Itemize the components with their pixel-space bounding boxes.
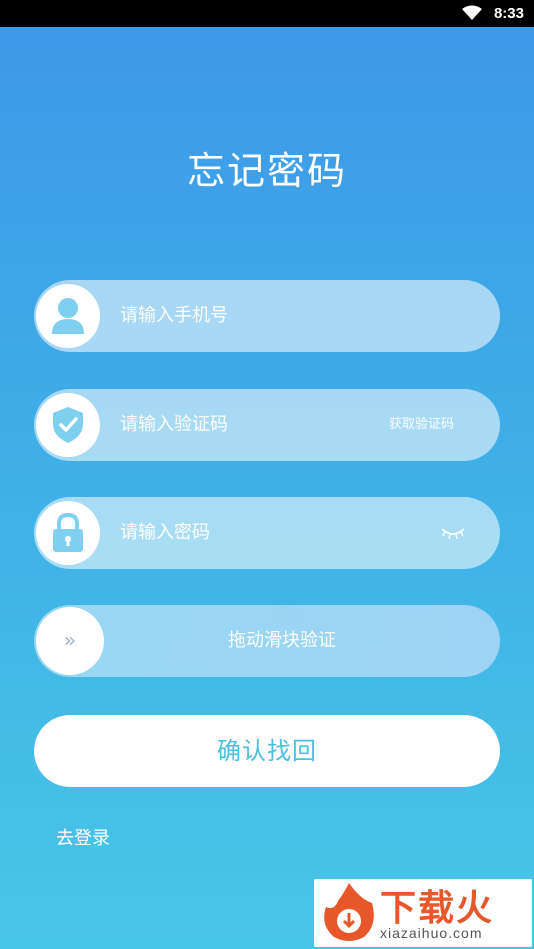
phone-field[interactable] — [34, 280, 500, 352]
get-code-button[interactable]: 获取验证码 — [389, 389, 454, 461]
code-field[interactable]: 获取验证码 — [34, 389, 500, 461]
flame-logo-icon — [324, 883, 374, 941]
wifi-icon — [462, 5, 482, 20]
password-input[interactable] — [120, 497, 370, 569]
confirm-button[interactable]: 确认找回 — [34, 715, 500, 787]
slider-label: 拖动滑块验证 — [228, 630, 336, 651]
slider-captcha[interactable]: » 拖动滑块验证 — [34, 605, 500, 677]
watermark-logo: 下载火 xiazaihuo.com — [314, 879, 532, 947]
watermark-domain: xiazaihuo.com — [380, 925, 483, 941]
code-input[interactable] — [120, 389, 370, 461]
watermark-text: 下载火 — [380, 888, 495, 929]
status-bar: 8:33 — [0, 0, 534, 27]
status-time: 8:33 — [493, 5, 524, 22]
shield-icon — [36, 393, 100, 457]
go-login-link[interactable]: 去登录 — [56, 824, 110, 850]
password-field[interactable] — [34, 497, 500, 569]
user-icon — [36, 284, 100, 348]
page-title: 忘记密码 — [186, 149, 347, 193]
phone-input[interactable] — [120, 280, 370, 352]
eye-closed-icon[interactable] — [440, 525, 466, 541]
lock-icon — [36, 501, 100, 565]
